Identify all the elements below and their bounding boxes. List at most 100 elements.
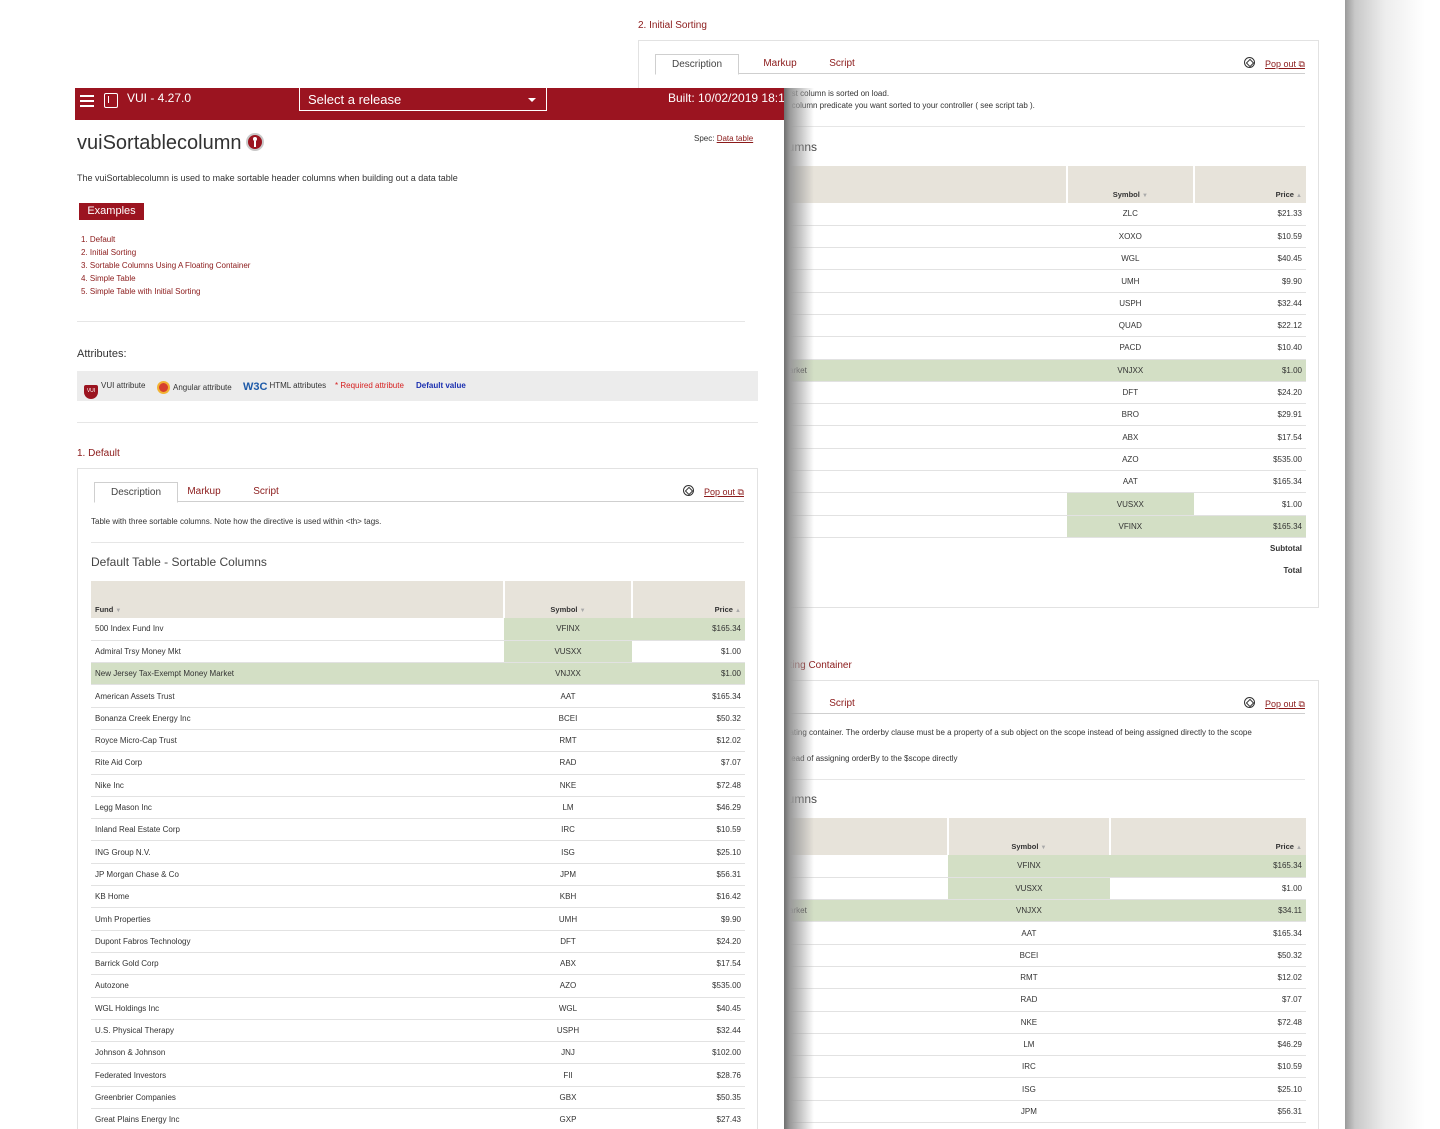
table-row[interactable]: AZO $535.00 (785, 448, 1306, 472)
tab-script[interactable]: Script (815, 694, 869, 714)
symbol-cell: DFT (1067, 381, 1194, 405)
fund-cell: Barrick Gold Corp (91, 952, 504, 976)
symbol-header[interactable]: Symbol ▼ (503, 581, 632, 618)
table-row[interactable]: RAD $7.07 (785, 988, 1306, 1012)
table-row[interactable]: Federated Investors FII $28.76 (91, 1063, 745, 1087)
release-select[interactable]: Select a release (299, 88, 547, 111)
table-row[interactable]: Admiral Trsy Money Mkt VUSXX $1.00 (91, 640, 745, 664)
popout-link[interactable]: Pop out ⧉ (1265, 59, 1305, 70)
table-row[interactable]: VFINX $165.34 (785, 855, 1306, 878)
fund-cell: JP Morgan Chase & Co (91, 863, 504, 887)
fund-header[interactable]: Fund ▼ (91, 581, 504, 618)
example-link[interactable]: 3. Sortable Columns Using A Floating Con… (81, 259, 250, 272)
table-row[interactable]: New Jersey Tax-Exempt Money Market VNJXX $… (91, 662, 745, 686)
price-cell: $1.00 (1110, 877, 1306, 901)
codepen-icon[interactable] (683, 485, 694, 496)
example-link[interactable]: 5. Simple Table with Initial Sorting (81, 285, 250, 298)
fund-cell: Dupont Fabros Technology (91, 930, 504, 953)
price-cell: $17.54 (1193, 425, 1306, 449)
table-row[interactable]: Bonanza Creek Energy Inc BCEI $50.32 (91, 707, 745, 730)
hamburger-menu-icon[interactable] (80, 92, 94, 108)
table-row[interactable]: American Assets Trust AAT $165.34 (91, 684, 745, 708)
example-link[interactable]: 2. Initial Sorting (81, 246, 250, 259)
book-icon[interactable] (104, 93, 118, 108)
table-row[interactable]: ZLC $21.33 (785, 203, 1306, 226)
table-row[interactable]: XOXO $10.59 (785, 225, 1306, 249)
tab-markup[interactable]: Markup (753, 54, 807, 74)
table-row[interactable]: ISG $25.10 (785, 1077, 1306, 1101)
table-row[interactable]: NKE $72.48 (785, 1011, 1306, 1034)
popout-link[interactable]: Pop out ⧉ (1265, 699, 1305, 710)
table-row[interactable]: VUSXX $1.00 (785, 877, 1306, 901)
table-row[interactable]: Barrick Gold Corp ABX $17.54 (91, 952, 745, 976)
table-row[interactable]: ING Group N.V. ISG $25.10 (91, 840, 745, 864)
example-link[interactable]: 1. Default (81, 233, 250, 246)
table-row[interactable]: DFT $24.20 (785, 381, 1306, 405)
table-row[interactable]: AAT $165.34 (785, 921, 1306, 945)
codepen-icon[interactable] (1244, 57, 1255, 68)
table-row[interactable]: UMH $9.90 (785, 269, 1306, 293)
table-row[interactable]: BCEI $50.32 (785, 944, 1306, 967)
price-header[interactable]: Price ▲ (1192, 166, 1306, 203)
table-row[interactable]: AAT $165.34 (785, 470, 1306, 494)
table-row[interactable]: Royce Micro-Cap Trust RMT $12.02 (91, 729, 745, 753)
table-row[interactable]: WGL $40.45 (785, 247, 1306, 271)
table-row[interactable]: U.S. Physical Therapy USPH $32.44 (91, 1019, 745, 1043)
section-heading-initial-sorting: 2. Initial Sorting (638, 20, 707, 31)
popout-link[interactable]: Pop out ⧉ (704, 487, 744, 498)
tab-script[interactable]: Script (240, 482, 292, 502)
table-row[interactable]: 500 Index Fund Inv VFINX $165.34 (91, 618, 745, 641)
examples-button[interactable]: Examples (79, 203, 144, 220)
table-row[interactable]: Autozone AZO $535.00 (91, 974, 745, 998)
price-header[interactable]: Price ▲ (631, 581, 745, 618)
price-header[interactable]: Price ▲ (1109, 818, 1306, 855)
table-row[interactable]: arketVNJXX$34.11 (785, 899, 1306, 923)
table-row[interactable]: Legg Mason Inc LM $46.29 (91, 796, 745, 820)
tab-description[interactable]: Description (94, 482, 178, 503)
vui-shield-icon: VUI (84, 385, 98, 399)
table-row[interactable]: Rite Aid Corp RAD $7.07 (91, 751, 745, 775)
table-row[interactable]: USPH $32.44 (785, 292, 1306, 315)
example-link[interactable]: 4. Simple Table (81, 272, 250, 285)
description-line-1: oating container. The orderby clause mus… (785, 728, 1252, 737)
table-row[interactable]: JPM $56.31 (785, 1100, 1306, 1124)
table-row[interactable]: IRC $10.59 (785, 1055, 1306, 1079)
page-title-text: vuiSortablecolumn (77, 132, 242, 154)
table-row[interactable]: Inland Real Estate Corp IRC $10.59 (91, 818, 745, 842)
price-cell: $10.59 (1110, 1055, 1306, 1079)
table-row[interactable]: Johnson & Johnson JNJ $102.00 (91, 1041, 745, 1065)
default-tabs: Description Markup Script (94, 482, 744, 503)
table-row[interactable]: PACD $10.40 (785, 336, 1306, 360)
table-row[interactable]: LM $46.29 (785, 1033, 1306, 1057)
tab-markup[interactable]: Markup (178, 482, 230, 502)
table-row[interactable]: VUSXX $1.00 (785, 492, 1306, 516)
price-cell: $535.00 (1193, 448, 1306, 472)
table-row[interactable]: KB Home KBH $16.42 (91, 885, 745, 909)
floating-tabs: Script (785, 694, 1305, 714)
table-row[interactable]: RMT $12.02 (785, 966, 1306, 990)
tab-script[interactable]: Script (815, 54, 869, 74)
table-row[interactable]: WGL Holdings Inc WGL $40.45 (91, 997, 745, 1020)
table-row[interactable]: Greenbrier Companies GBX $50.35 (91, 1086, 745, 1110)
table-row[interactable]: VFINX $165.34 (785, 515, 1306, 538)
fund-header[interactable] (785, 166, 1068, 203)
symbol-header[interactable]: Symbol ▼ (946, 818, 1111, 855)
table-row[interactable]: Dupont Fabros Technology DFT $24.20 (91, 930, 745, 953)
table-row[interactable]: Nike Inc NKE $72.48 (91, 774, 745, 797)
table-row[interactable]: JP Morgan Chase & Co JPM $56.31 (91, 863, 745, 887)
symbol-header[interactable]: Symbol ▼ (1066, 166, 1194, 203)
table-row[interactable]: arketVNJXX$1.00 (785, 359, 1306, 382)
table-row[interactable]: Great Plains Energy Inc GXP $27.43 (91, 1108, 745, 1129)
spec-link[interactable]: Data table (717, 134, 753, 143)
table-row[interactable]: BRO $29.91 (785, 403, 1306, 427)
table-row[interactable]: QUAD $22.12 (785, 314, 1306, 338)
legend-angular: Angular attribute (157, 381, 232, 394)
w3c-icon: W3C (243, 381, 268, 393)
tab-description[interactable]: Description (655, 54, 739, 75)
table-row[interactable]: ABX $17.54 (785, 425, 1306, 449)
price-cell: $165.34 (632, 618, 745, 641)
fund-cell (785, 403, 1068, 427)
codepen-icon[interactable] (1244, 697, 1255, 708)
table-row[interactable]: Umh Properties UMH $9.90 (91, 907, 745, 931)
accessibility-icon[interactable] (245, 133, 264, 151)
